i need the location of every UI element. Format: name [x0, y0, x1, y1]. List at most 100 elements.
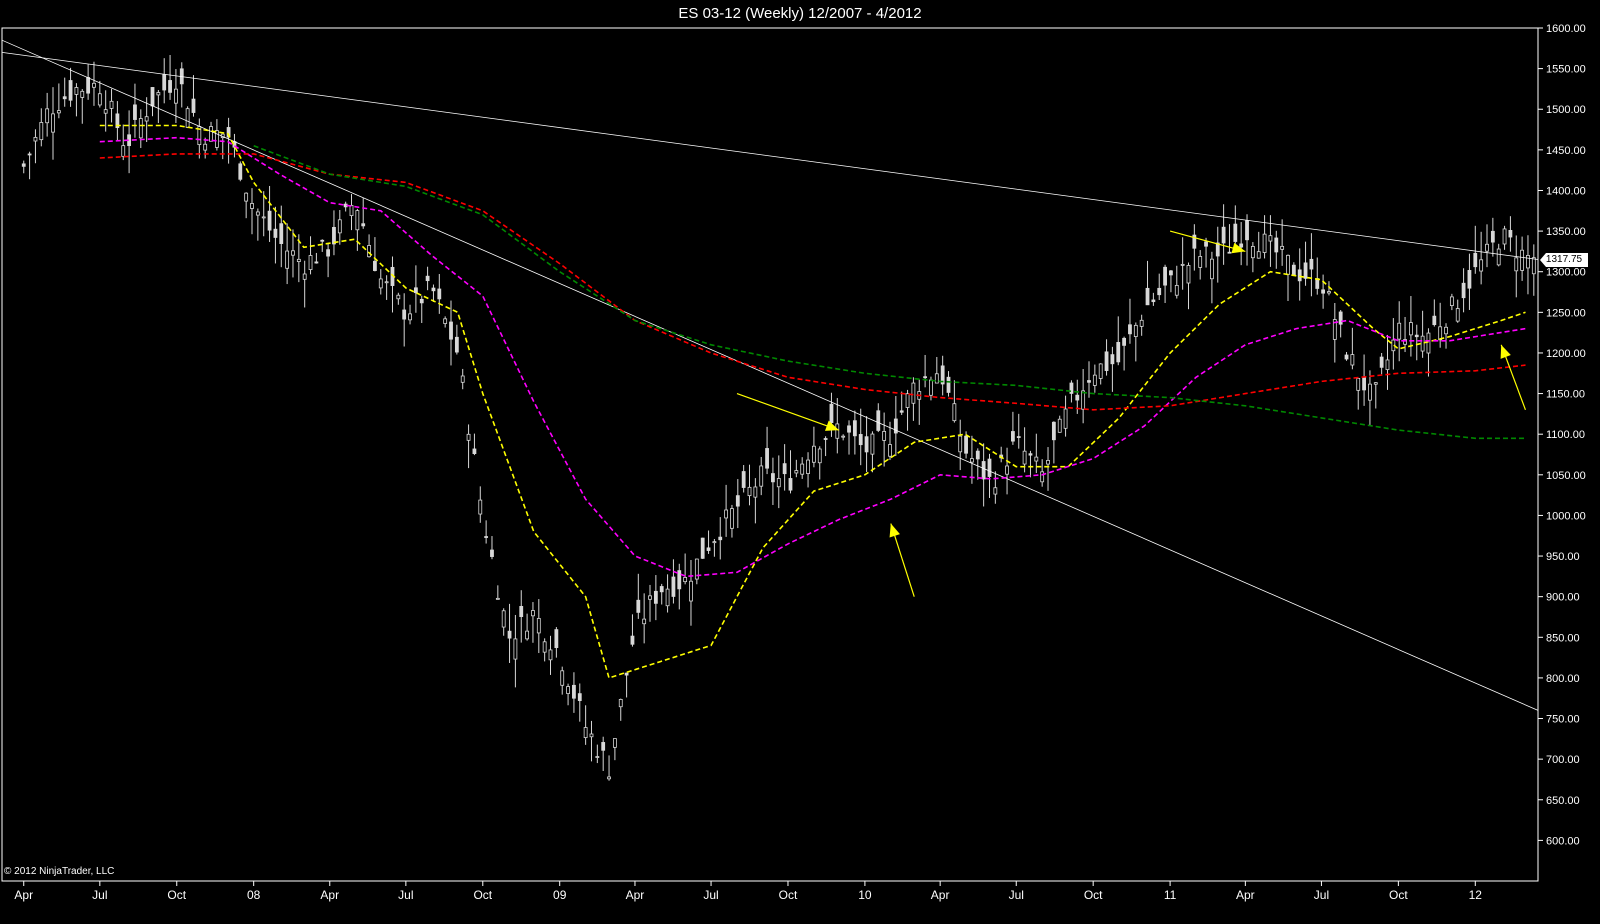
candle-body [1057, 418, 1062, 433]
candle-body [279, 223, 284, 244]
candle-body [1098, 363, 1103, 379]
candle-body [1174, 284, 1179, 296]
candle-body [1104, 351, 1109, 371]
candle-body [1087, 380, 1091, 383]
candle-body [601, 742, 606, 751]
candle-body [572, 684, 576, 699]
candle-body [519, 606, 524, 618]
candle-body [800, 463, 805, 475]
y-tick-label: 900.00 [1546, 592, 1580, 604]
y-tick-label: 850.00 [1546, 632, 1580, 644]
candle-body [1046, 460, 1050, 465]
candle-body [1075, 394, 1080, 401]
candle-body [929, 379, 933, 396]
candle-body [1110, 354, 1115, 365]
candle-body [261, 216, 266, 219]
candle-body [1186, 265, 1191, 284]
candle-body [1040, 471, 1045, 483]
candle-body [817, 448, 822, 464]
candle-body [642, 618, 647, 625]
candle-body [1485, 243, 1489, 252]
candle-body [624, 672, 629, 676]
x-tick-label: Oct [167, 888, 186, 902]
candle-body [934, 373, 939, 384]
candle-body [1198, 256, 1203, 268]
candle-body [882, 431, 887, 441]
candle-body [700, 537, 705, 559]
candle-body [1180, 263, 1185, 266]
x-tick-label: 10 [858, 888, 872, 902]
y-tick-label: 650.00 [1546, 795, 1580, 807]
candle-body [577, 693, 582, 702]
candle-body [765, 448, 769, 469]
candle-body [185, 108, 190, 128]
candle-body [103, 109, 108, 114]
y-tick-label: 1000.00 [1546, 510, 1586, 522]
y-tick-label: 1250.00 [1546, 307, 1586, 319]
price-chart[interactable]: 1600.00 1550.00 1500.00 1450.00 1400.00 1350.… [0, 0, 1600, 924]
y-tick-label: 950.00 [1546, 551, 1580, 563]
x-tick-label: Jul [703, 888, 718, 902]
candle-body [1022, 450, 1027, 465]
candle-body [923, 376, 928, 379]
candle-body [612, 738, 617, 748]
candle-body [683, 577, 688, 583]
candle-body [607, 776, 611, 780]
candle-body [1426, 332, 1431, 354]
candle-body [911, 382, 916, 404]
candle-body [413, 287, 418, 294]
x-tick-label: 08 [247, 888, 261, 902]
x-tick-label: Jul [1314, 888, 1329, 902]
candle-body [554, 629, 559, 649]
candle-body [1414, 334, 1419, 338]
y-tick-label: 1200.00 [1546, 348, 1586, 360]
candle-body [191, 98, 196, 113]
candle-body [1297, 269, 1302, 282]
candle-body [1479, 259, 1484, 272]
candle-body [460, 375, 465, 383]
candle-body [62, 96, 67, 100]
candle-body [133, 104, 137, 120]
candle-body [490, 549, 494, 557]
candle-body [1139, 319, 1144, 327]
candle-body [1145, 287, 1150, 306]
candle-body [741, 471, 746, 488]
candle-body [525, 630, 529, 640]
candle-body [1291, 264, 1296, 276]
candle-body [45, 108, 50, 124]
annotation-arrowhead [1231, 242, 1246, 254]
candle-body [250, 203, 254, 209]
candle-body [39, 122, 44, 141]
candle-body [946, 376, 951, 393]
y-tick-label: 1400.00 [1546, 185, 1586, 197]
candle-body [97, 93, 102, 106]
candle-body [1081, 390, 1086, 410]
candle-body [162, 74, 167, 91]
candle-body [92, 82, 96, 88]
moving-average-line [99, 124, 1526, 679]
y-tick-label: 1050.00 [1546, 470, 1586, 482]
candle-body [168, 80, 172, 93]
candle-body [255, 211, 260, 216]
candle-body [1204, 241, 1208, 247]
last-price-tag: 1317.75 [1540, 253, 1588, 267]
candle-body [542, 641, 547, 653]
candle-body [1005, 465, 1009, 475]
candle-body [1028, 453, 1033, 456]
candle-body [314, 261, 319, 264]
candle-body [1420, 335, 1425, 352]
candle-body [852, 420, 857, 437]
candle-body [1157, 287, 1162, 296]
candle-body [1490, 230, 1495, 243]
candle-body [730, 508, 734, 529]
candle-body [507, 630, 512, 639]
y-tick-label: 1100.00 [1546, 429, 1585, 441]
candle-body [560, 670, 565, 686]
x-tick-label: 11 [1164, 888, 1177, 902]
candle-body [56, 110, 61, 114]
candle-body [1397, 322, 1402, 340]
candle-body [771, 473, 775, 483]
candle-body [689, 580, 693, 602]
candle-body [396, 294, 401, 300]
candle-body [724, 509, 729, 519]
